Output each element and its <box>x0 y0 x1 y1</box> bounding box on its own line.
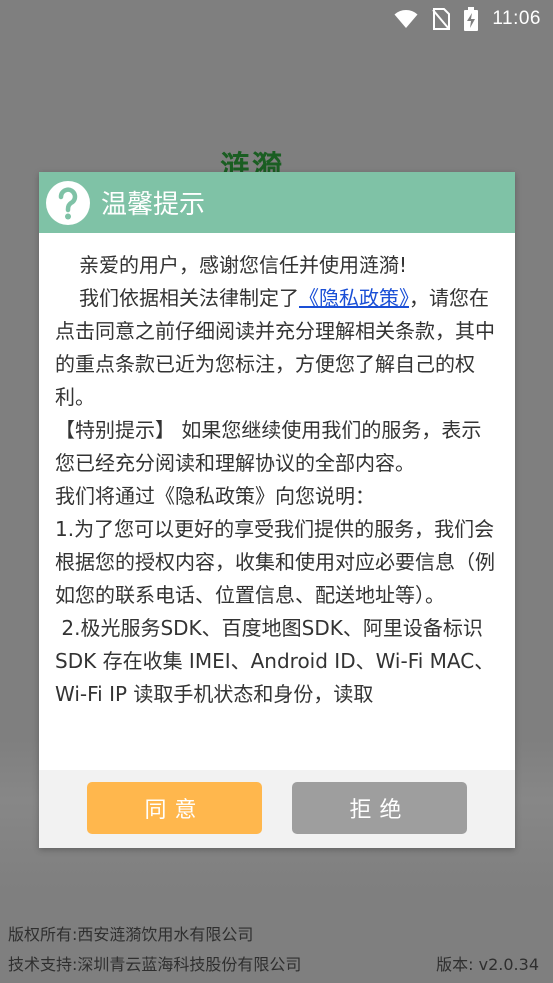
policy-intro-paragraph: 我们将通过《隐私政策》向您说明： <box>55 484 375 508</box>
no-sim-icon <box>432 8 451 30</box>
status-time: 11:06 <box>492 8 541 29</box>
status-bar: 11:06 <box>0 0 553 38</box>
agree-button[interactable]: 同意 <box>87 782 262 834</box>
refuse-button[interactable]: 拒绝 <box>292 782 467 834</box>
intro-text: 我们依据相关法律制定了 <box>79 286 299 310</box>
special-notice-paragraph: 【特别提示】 如果您继续使用我们的服务，表示您已经充分阅读和理解协议的全部内容。 <box>55 418 482 475</box>
dialog-header: 温馨提示 <box>39 172 515 233</box>
intro-paragraph: 我们依据相关法律制定了《隐私政策》，请您在点击同意之前仔细阅读并充分理解相关条款… <box>55 282 499 414</box>
version-text: 版本: v2.0.34 <box>436 955 539 974</box>
privacy-dialog: 温馨提示 亲爱的用户，感谢您信任并使用涟漪! 我们依据相关法律制定了《隐私政策》… <box>39 172 515 848</box>
dialog-content[interactable]: 亲爱的用户，感谢您信任并使用涟漪! 我们依据相关法律制定了《隐私政策》，请您在点… <box>39 233 515 770</box>
battery-charging-icon <box>464 7 479 31</box>
policy-item-2: 2.极光服务SDK、百度地图SDK、阿里设备标识SDK 存在收集 IMEI、An… <box>55 616 495 706</box>
page-footer: 版权所有:西安涟漪饮用水有限公司 技术支持:深圳青云蓝海科技股份有限公司 版本:… <box>0 903 553 983</box>
dialog-title: 温馨提示 <box>101 190 206 220</box>
wifi-icon <box>394 9 418 29</box>
privacy-policy-link[interactable]: 《隐私政策》 <box>299 286 409 310</box>
help-icon <box>45 180 91 226</box>
greeting-paragraph: 亲爱的用户，感谢您信任并使用涟漪! <box>79 253 408 277</box>
tech-support-text: 技术支持:深圳青云蓝海科技股份有限公司 <box>8 955 302 974</box>
policy-item-1: 1.为了您可以更好的享受我们提供的服务，我们会根据您的授权内容，收集和使用对应必… <box>55 517 495 607</box>
dialog-footer: 同意 拒绝 <box>39 770 515 848</box>
copyright-text: 版权所有:西安涟漪饮用水有限公司 <box>8 925 254 944</box>
